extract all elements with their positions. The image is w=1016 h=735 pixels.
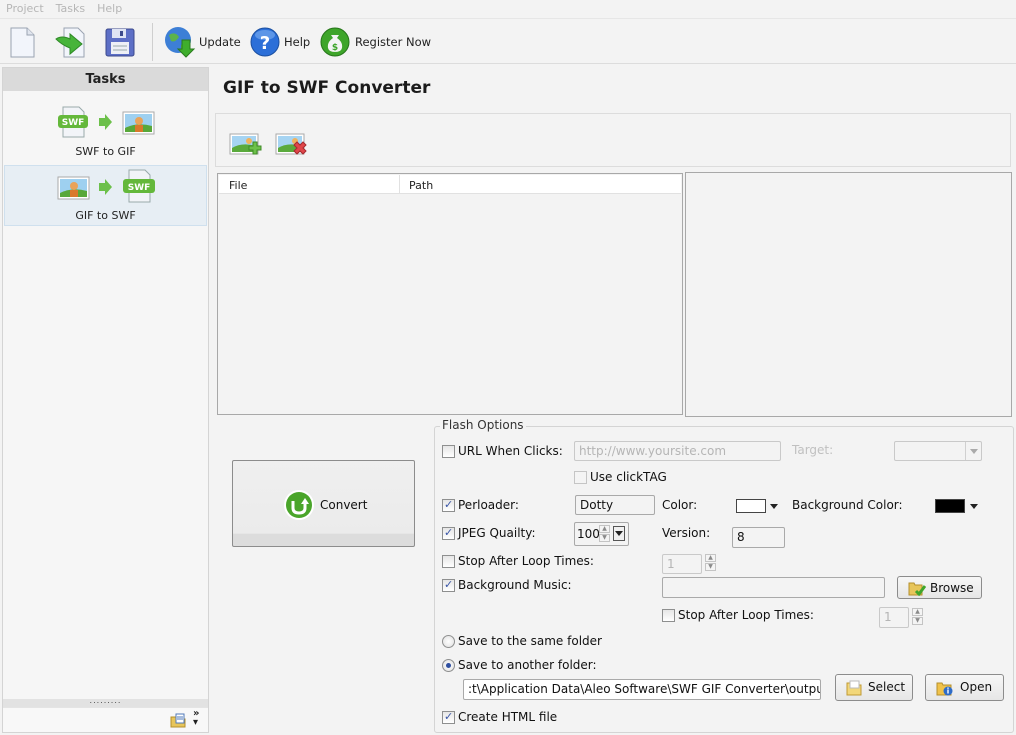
folder-select-icon (846, 680, 862, 696)
open-button[interactable]: Open (925, 674, 1004, 701)
preloader-checkbox[interactable] (442, 498, 455, 512)
stop-after-loop-input[interactable]: 1 (662, 554, 702, 574)
menu-tasks[interactable]: Tasks (50, 0, 91, 15)
task-label: GIF to SWF (75, 209, 136, 222)
url-when-clicks-label: URL When Clicks: (458, 444, 563, 458)
background-music-checkbox[interactable] (442, 578, 455, 592)
task-gif-to-swf[interactable]: SWF GIF to SWF (4, 165, 207, 226)
svg-text:SWF: SWF (62, 118, 85, 128)
update-icon[interactable] (163, 25, 197, 59)
music-stop-after-loop-checkbox[interactable] (662, 609, 675, 622)
stop-after-loop-checkbox[interactable] (442, 555, 455, 568)
jpeg-quality-checkbox[interactable] (442, 526, 455, 540)
jpeg-quality-spinner[interactable]: ▲ ▼ (599, 525, 610, 543)
swf-to-gif-icon: SWF (58, 106, 155, 138)
chevron-more-icon[interactable]: » ▾ (193, 709, 199, 728)
sidebar-resize-grip[interactable]: ......... (3, 697, 208, 707)
menu-project[interactable]: Project (0, 0, 50, 15)
file-list-table[interactable]: File Path (217, 173, 683, 415)
convert-icon (284, 490, 314, 520)
preloader-select[interactable]: Dotty (575, 495, 655, 515)
stop-after-loop-spinner[interactable]: ▲ ▼ (705, 554, 716, 572)
export-icon[interactable] (54, 25, 88, 59)
create-html-label: Create HTML file (458, 710, 558, 724)
color-swatch[interactable] (736, 499, 766, 513)
help-icon[interactable]: ? (248, 25, 282, 59)
use-clicktag-checkbox[interactable] (574, 471, 587, 484)
save-another-folder-label: Save to another folder: (458, 658, 597, 672)
background-music-input[interactable] (662, 577, 885, 598)
add-image-icon[interactable] (229, 130, 263, 160)
background-color-swatch[interactable] (935, 499, 965, 513)
help-button[interactable]: Help (284, 35, 310, 49)
background-color-dropdown-icon[interactable] (970, 504, 978, 509)
register-money-bag-icon[interactable]: $ (318, 25, 352, 59)
output-path-input[interactable]: :t\Application Data\Aleo Software\SWF GI… (463, 679, 821, 700)
column-divider[interactable] (399, 175, 400, 194)
chevron-down-icon (615, 531, 623, 536)
gif-to-swf-icon: SWF (57, 169, 155, 203)
svg-text:$: $ (332, 43, 338, 53)
task-label: SWF to GIF (75, 145, 136, 158)
remove-image-icon[interactable] (275, 130, 309, 160)
jpeg-quality-dropdown-button[interactable] (613, 526, 625, 541)
menu-bar: Project Tasks Help (0, 0, 1016, 18)
update-button[interactable]: Update (199, 35, 241, 49)
column-header-path[interactable]: Path (409, 179, 433, 192)
use-clicktag-label: Use clickTAG (590, 470, 667, 484)
jpeg-quality-value: 100 (577, 527, 600, 541)
folder-info-icon (936, 682, 953, 696)
svg-text:?: ? (260, 33, 270, 54)
toolbar: Update ? Help $ Register Now (0, 18, 1016, 64)
menu-help[interactable]: Help (91, 0, 128, 15)
page-title: GIF to SWF Converter (223, 78, 431, 98)
svg-text:SWF: SWF (128, 183, 151, 193)
stop-after-loop-label: Stop After Loop Times: (458, 554, 594, 568)
convert-button[interactable]: Convert (232, 460, 415, 547)
preview-pane (685, 172, 1012, 417)
target-dropdown-button[interactable] (965, 442, 981, 460)
save-same-folder-radio[interactable] (442, 635, 455, 648)
sidebar-footer: » ▾ (3, 707, 208, 732)
music-stop-after-loop-spinner[interactable]: ▲ ▼ (912, 608, 923, 626)
browse-button[interactable]: Browse (897, 576, 982, 599)
select-label: Select (868, 680, 906, 694)
music-stop-after-loop-input[interactable]: 1 (879, 607, 909, 628)
open-label: Open (960, 680, 993, 694)
new-file-icon[interactable] (5, 25, 39, 59)
register-now-button[interactable]: Register Now (355, 35, 431, 49)
select-button[interactable]: Select (835, 674, 913, 701)
create-html-checkbox[interactable] (442, 710, 455, 724)
jpeg-quality-field[interactable]: 100 ▲ ▼ (574, 522, 629, 546)
save-icon[interactable] (103, 25, 137, 59)
color-dropdown-icon[interactable] (770, 504, 778, 509)
color-label: Color: (662, 498, 698, 512)
music-stop-after-loop-label: Stop After Loop Times: (678, 608, 814, 622)
column-header-file[interactable]: File (229, 179, 247, 192)
save-same-folder-label: Save to the same folder (458, 634, 602, 648)
target-select[interactable] (894, 441, 982, 461)
background-color-label: Background Color: (792, 498, 903, 512)
version-select[interactable]: 8 (732, 527, 785, 548)
toolbar-separator (152, 23, 153, 61)
target-label: Target: (792, 443, 834, 457)
file-toolbar (215, 113, 1011, 167)
folder-document-icon[interactable] (170, 713, 186, 728)
convert-label: Convert (320, 498, 368, 512)
tasks-header: Tasks (3, 68, 208, 91)
task-swf-to-gif[interactable]: SWF SWF to GIF (4, 102, 207, 163)
preloader-label: Perloader: (458, 498, 519, 512)
version-label: Version: (662, 526, 711, 540)
folder-browse-icon (908, 582, 926, 596)
url-input[interactable]: http://www.yoursite.com (574, 441, 781, 461)
browse-label: Browse (930, 581, 974, 595)
table-header: File Path (219, 175, 681, 194)
chevron-down-icon (970, 449, 978, 454)
background-music-label: Background Music: (458, 578, 572, 592)
tasks-sidebar: Tasks SWF SWF to GIF SWF GIF to SWF ....… (2, 67, 209, 733)
flash-options-legend: Flash Options (440, 418, 526, 432)
url-when-clicks-checkbox[interactable] (442, 445, 455, 458)
jpeg-quality-label: JPEG Quailty: (458, 526, 536, 540)
save-another-folder-radio[interactable] (442, 659, 455, 672)
